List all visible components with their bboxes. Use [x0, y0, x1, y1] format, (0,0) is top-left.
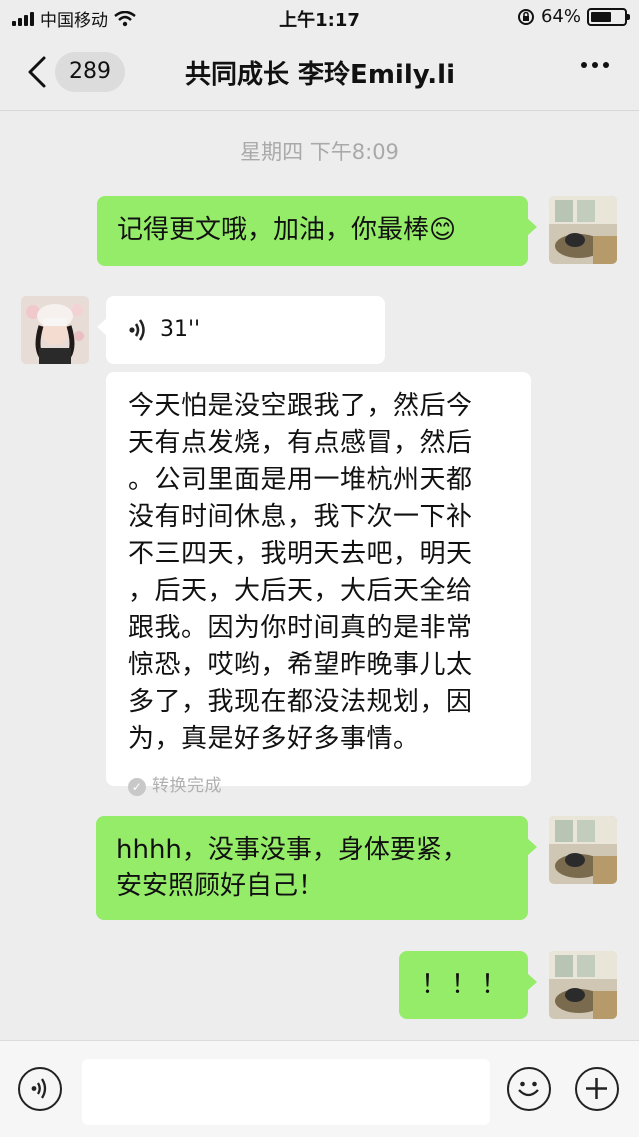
unread-count-badge[interactable]: 289 [55, 52, 125, 92]
my-avatar[interactable] [549, 196, 617, 264]
contact-avatar[interactable] [21, 296, 89, 364]
voice-icon[interactable] [18, 1067, 62, 1111]
plus-icon[interactable] [575, 1067, 619, 1111]
battery-icon [587, 7, 630, 26]
chat-header: 289 共同成长 李玲Emily.li [0, 34, 639, 111]
message-text: 记得更文哦，加油，你最棒😊 [117, 215, 457, 245]
chat-title: 共同成长 李玲Emily.li [185, 60, 455, 90]
transcript-line: 今天怕是没空跟我了，然后今 [128, 391, 473, 421]
voice-playback-icon [129, 319, 145, 341]
chevron-left-icon[interactable] [24, 54, 52, 90]
transcript-line: 惊恐，哎哟，希望昨晚事儿太 [128, 650, 473, 680]
voice-transcript-bubble[interactable]: 今天怕是没空跟我了，然后今 天有点发烧，有点感冒，然后 。公司里面是用一堆杭州天… [106, 372, 531, 796]
message-line: hhhh，没事没事，身体要紧， [116, 835, 468, 865]
transcript-line: ，后天，大后天，大后天全给 [128, 576, 473, 606]
transcript-line: 为，真是好多好多事情。 [128, 724, 420, 754]
transcript-line: 不三四天，我明天去吧，明天 [128, 539, 473, 569]
message-timestamp: 星期四 下午8:09 [240, 140, 399, 164]
my-avatar[interactable] [549, 816, 617, 884]
message-text: ！！！ [421, 970, 512, 1000]
message-bubble-sent[interactable]: hhhh，没事没事，身体要紧， 安安照顾好自己！ [96, 816, 537, 920]
transcript-status: ✓ 转换完成 [128, 768, 511, 805]
voice-duration: 31'' [160, 317, 201, 342]
transcript-status-label: 转换完成 [152, 776, 222, 796]
message-input[interactable] [82, 1059, 490, 1125]
status-right: 64% [517, 6, 630, 27]
transcript-text: 今天怕是没空跟我了，然后今 天有点发烧，有点感冒，然后 。公司里面是用一堆杭州天… [106, 372, 531, 815]
voice-message: 31'' [128, 312, 363, 348]
message-line: 安安照顾好自己！ [116, 871, 325, 901]
message-bubble-sent[interactable]: 记得更文哦，加油，你最棒😊 [97, 196, 537, 266]
input-toolbar [0, 1040, 639, 1137]
rotation-lock-icon [517, 8, 534, 25]
transcript-line: 天有点发烧，有点感冒，然后 [128, 428, 473, 458]
transcript-line: 。公司里面是用一堆杭州天都 [128, 465, 473, 495]
battery-percent: 64% [540, 6, 581, 27]
transcript-line: 跟我。因为你时间真的是非常 [128, 613, 473, 643]
check-circle-icon: ✓ [128, 777, 146, 796]
voice-message-bubble[interactable]: 31'' [97, 296, 385, 364]
more-icon[interactable] [581, 62, 609, 68]
emoji-icon[interactable] [507, 1067, 551, 1111]
transcript-line: 没有时间休息，我下次一下补 [128, 502, 473, 532]
transcript-line: 多了，我现在都没法规划，因 [128, 687, 473, 717]
message-bubble-sent[interactable]: ！！！ [399, 951, 537, 1019]
my-avatar[interactable] [549, 951, 617, 1019]
status-bar: 中国移动 上午1:17 64% [0, 0, 639, 34]
